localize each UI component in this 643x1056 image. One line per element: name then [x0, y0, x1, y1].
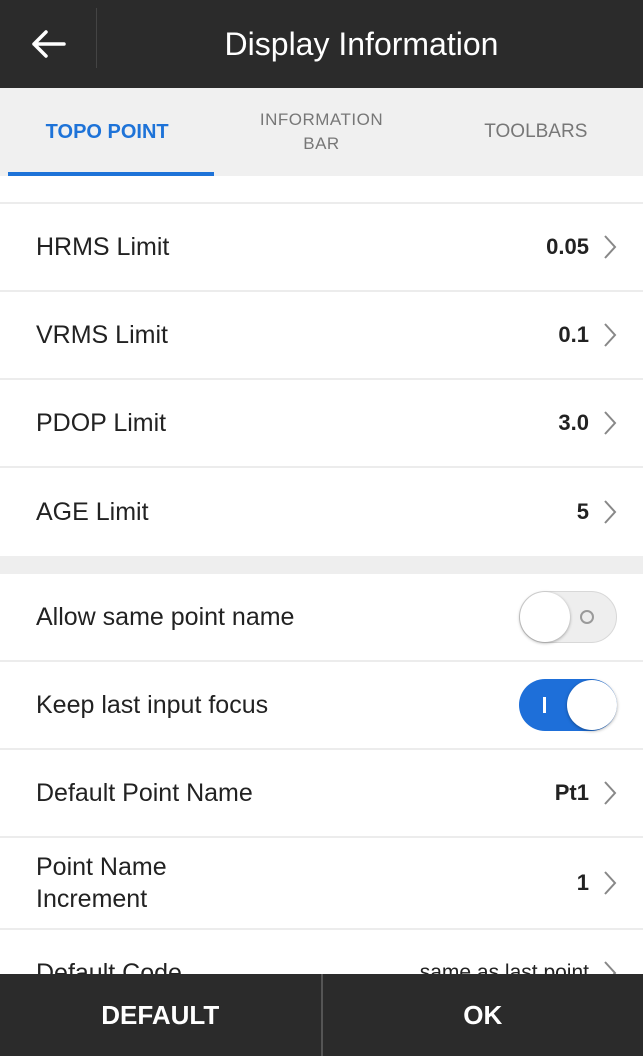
- tab-toolbars[interactable]: TOOLBARS: [429, 88, 643, 176]
- row-label: Keep last input focus: [36, 691, 269, 719]
- row-label: Point Name Increment: [36, 851, 167, 915]
- tab-label: TOOLBARS: [484, 121, 588, 142]
- point-name-increment-row[interactable]: Point Name Increment 1: [0, 838, 643, 930]
- default-button[interactable]: DEFAULT: [0, 974, 321, 1056]
- header-divider: [96, 8, 97, 68]
- bottom-action-bar: DEFAULT OK: [0, 974, 643, 1056]
- tab-bar: TOPO POINT INFORMATION BAR TOOLBARS: [0, 88, 643, 176]
- section-divider: [0, 556, 643, 574]
- keep-last-input-focus-toggle[interactable]: [519, 679, 617, 731]
- default-code-row[interactable]: Default Code same as last point: [0, 930, 643, 974]
- tab-label-line2: BAR: [303, 134, 340, 153]
- vrms-limit-row[interactable]: VRMS Limit 0.1: [0, 292, 643, 380]
- chevron-right-icon: [604, 781, 617, 805]
- row-label: VRMS Limit: [36, 321, 168, 349]
- hrms-limit-row[interactable]: HRMS Limit 0.05: [0, 204, 643, 292]
- chevron-right-icon: [604, 411, 617, 435]
- row-value: 3.0: [558, 410, 589, 435]
- row-value: 5: [576, 499, 589, 524]
- row-label: Default Point Name: [36, 779, 253, 807]
- row-value: 0.05: [546, 234, 589, 259]
- row-value: 1: [576, 870, 589, 895]
- tab-label: TOPO POINT: [45, 121, 169, 143]
- row-label-line1: Point Name: [36, 853, 167, 881]
- toggle-off-icon: [580, 610, 594, 624]
- tab-topo-point[interactable]: TOPO POINT: [0, 88, 215, 176]
- chevron-right-icon: [604, 961, 617, 974]
- arrow-left-icon: [32, 30, 66, 58]
- settings-list[interactable]: HRMS Limit 0.05 VRMS Limit 0.1 PDOP Limi…: [0, 176, 643, 974]
- row-value: 0.1: [558, 322, 589, 347]
- tab-label: INFORMATION BAR: [260, 108, 383, 156]
- allow-same-point-name-toggle[interactable]: [519, 591, 617, 643]
- age-limit-row[interactable]: AGE Limit 5: [0, 468, 643, 556]
- tab-information-bar[interactable]: INFORMATION BAR: [214, 88, 428, 176]
- row-value: same as last point: [419, 961, 589, 974]
- chevron-right-icon: [604, 235, 617, 259]
- chevron-right-icon: [604, 871, 617, 895]
- row-label: HRMS Limit: [36, 233, 170, 261]
- allow-same-point-name-row: Allow same point name: [0, 574, 643, 662]
- row-label: AGE Limit: [36, 498, 149, 526]
- page-title: Display Information: [224, 25, 499, 62]
- toggle-knob: [520, 592, 570, 642]
- default-point-name-row[interactable]: Default Point Name Pt1: [0, 750, 643, 838]
- chevron-right-icon: [604, 500, 617, 524]
- ok-button[interactable]: OK: [323, 974, 643, 1056]
- chevron-right-icon: [604, 323, 617, 347]
- row-value: Pt1: [554, 780, 589, 805]
- row-label: PDOP Limit: [36, 409, 167, 437]
- row-label: Default Code: [36, 959, 182, 974]
- row-label: Allow same point name: [36, 603, 295, 631]
- pdop-limit-row[interactable]: PDOP Limit 3.0: [0, 380, 643, 468]
- keep-last-input-focus-row: Keep last input focus: [0, 662, 643, 750]
- row-label-line2: Increment: [36, 885, 148, 913]
- toggle-on-icon: [543, 697, 546, 713]
- tab-label-line1: INFORMATION: [259, 110, 384, 129]
- app-header: Display Information: [0, 0, 643, 88]
- toggle-knob: [567, 680, 617, 730]
- list-top-spacer: [0, 176, 643, 204]
- back-button[interactable]: [0, 0, 96, 88]
